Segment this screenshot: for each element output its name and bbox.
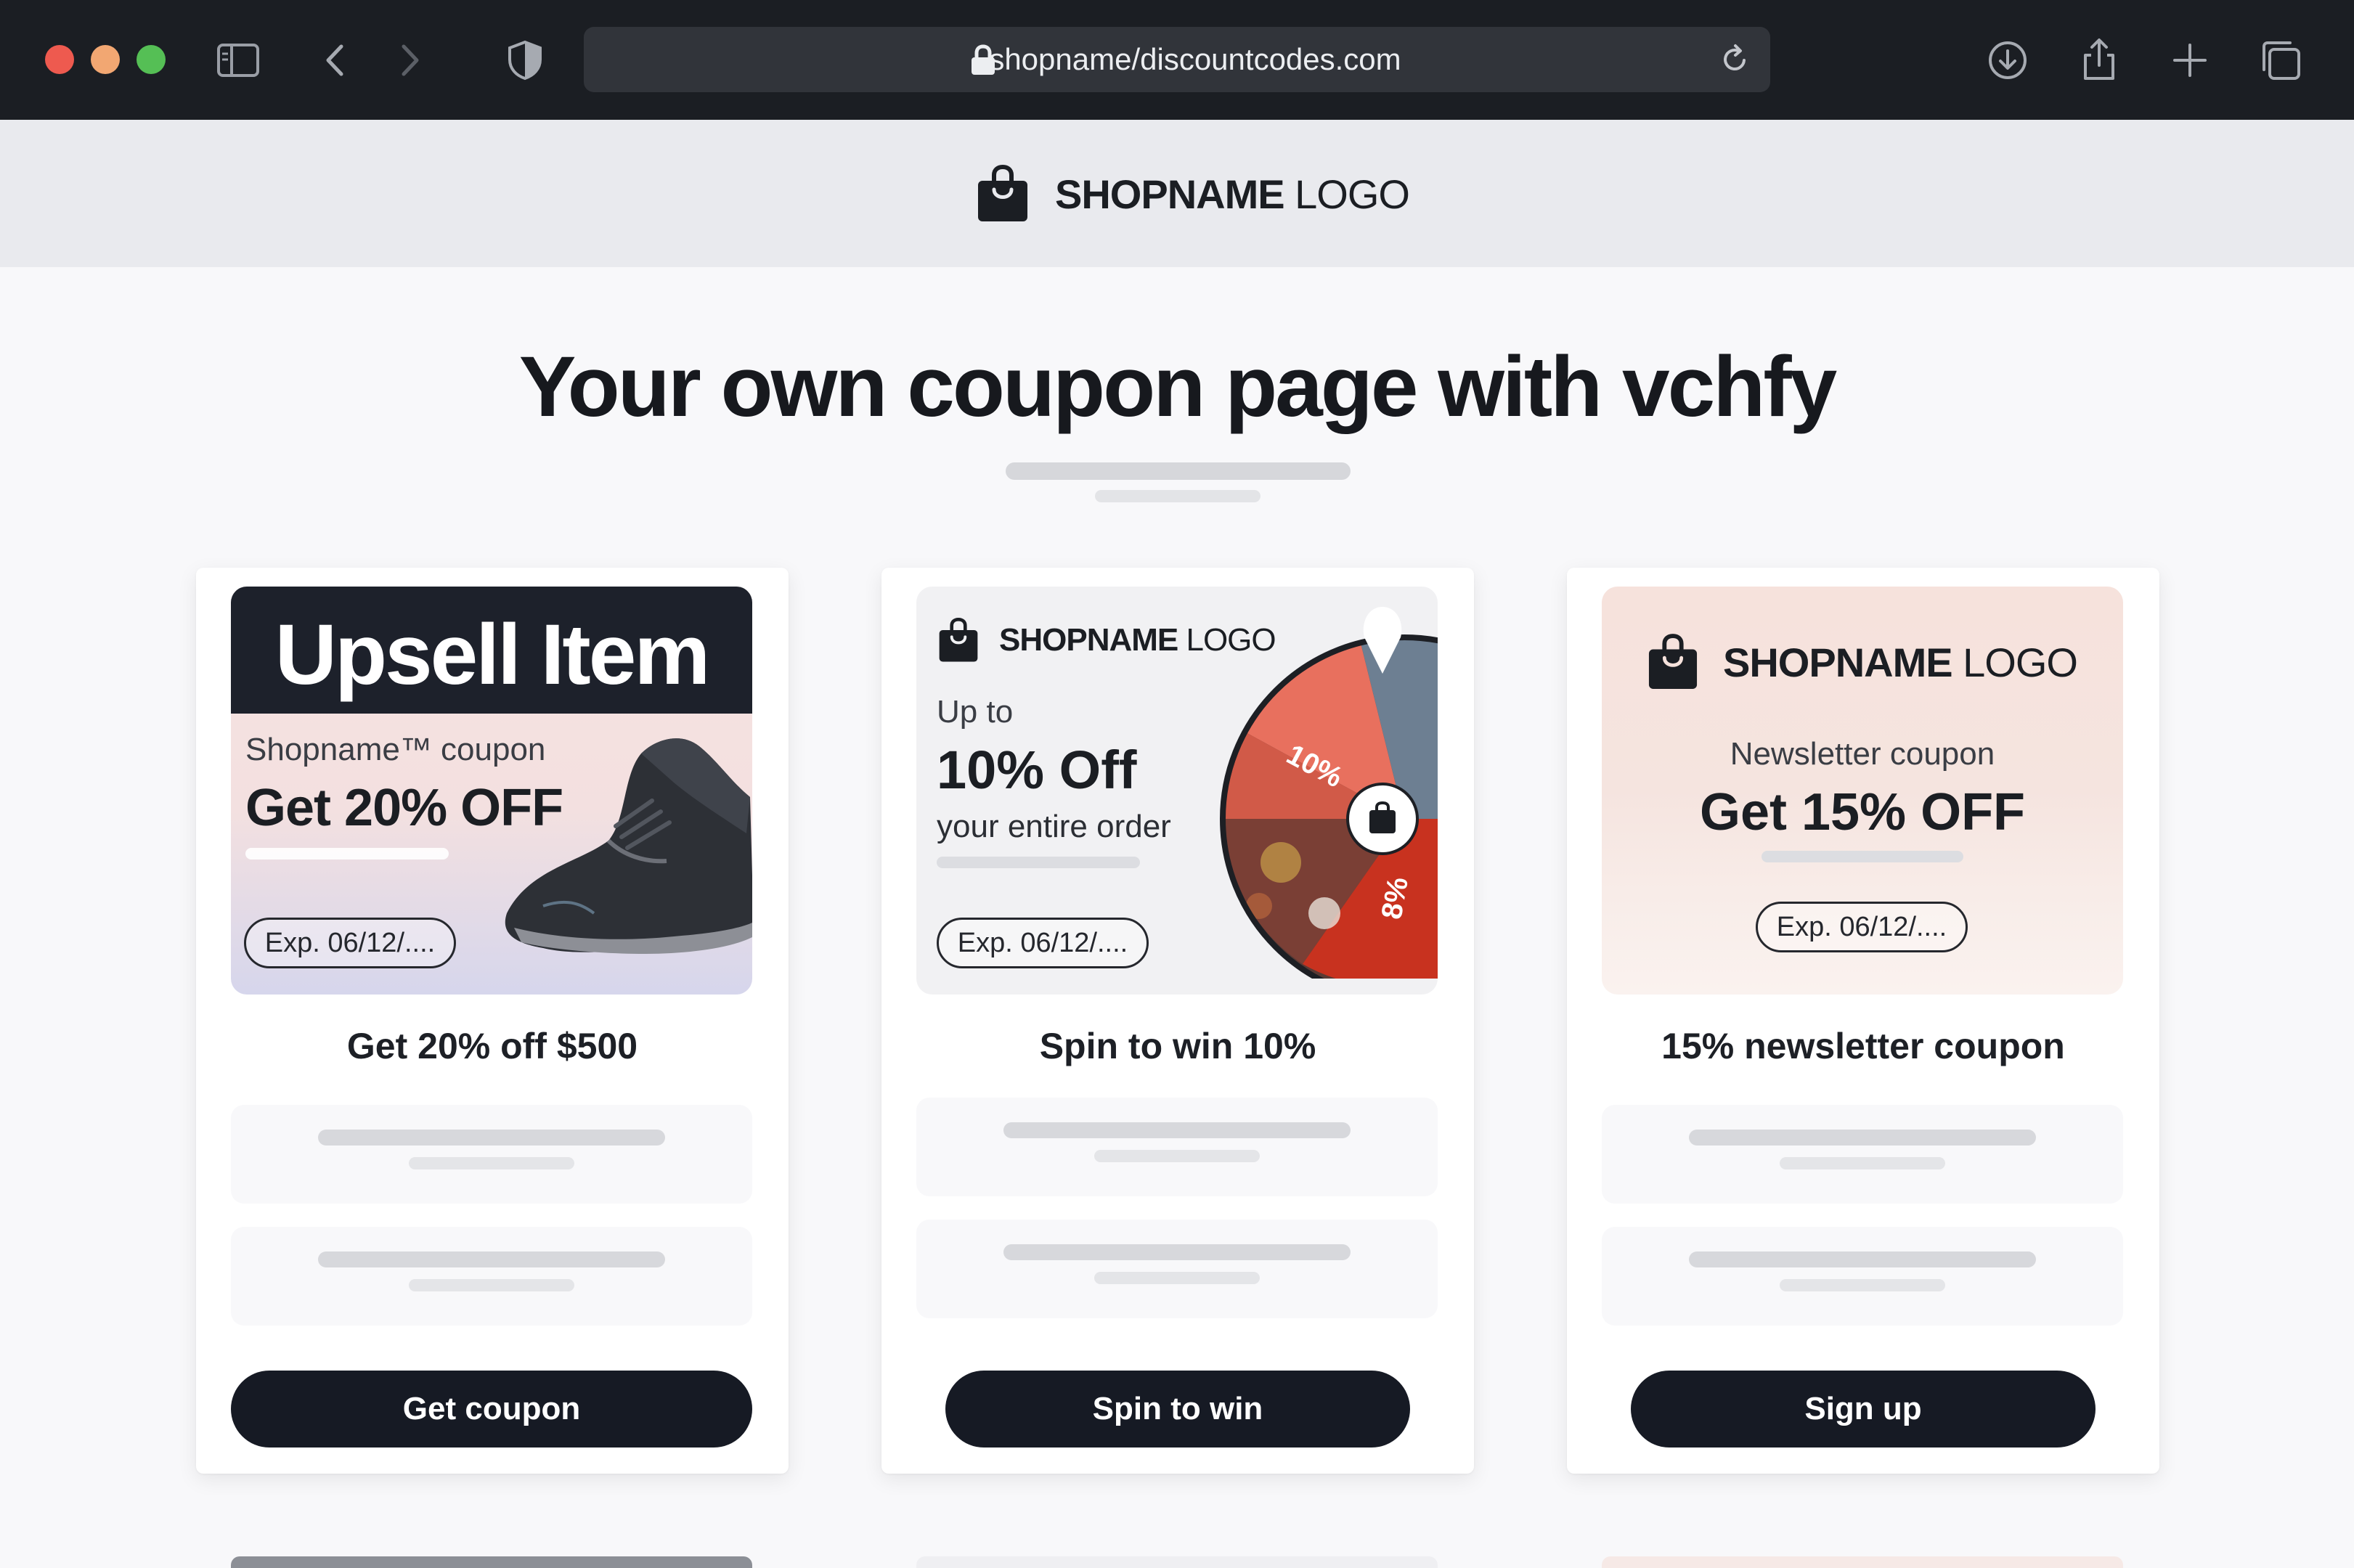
shop-logo[interactable]: SHOPNAME LOGO (977, 165, 1410, 223)
shopping-bag-icon (978, 165, 1027, 221)
banner-title: Upsell Item (274, 607, 711, 703)
placeholder-block (231, 1227, 752, 1326)
coupon-card-newsletter: SHOPNAME LOGO Newsletter coupon Get 15% … (1567, 568, 2159, 1474)
get-coupon-button[interactable]: Get coupon (231, 1371, 752, 1447)
placeholder-block (1602, 1105, 2123, 1204)
placeholder-block (231, 1105, 752, 1204)
next-card-preview (231, 1556, 752, 1568)
next-card-preview (916, 1556, 1438, 1568)
brand-suffix: LOGO (1963, 639, 2078, 685)
reload-icon[interactable] (1716, 41, 1753, 78)
coupon-subtitle: Newsletter coupon (1730, 736, 1995, 772)
coupon-banner: Upsell Item (231, 587, 752, 714)
coupon-offer: Get 15% OFF (1699, 783, 2026, 841)
coupon-detail: your entire order (937, 809, 1171, 844)
minimize-window-button[interactable] (91, 45, 120, 74)
coupon-upto: Up to (937, 694, 1014, 730)
brand-name: SHOPNAME (1055, 171, 1285, 217)
coupon-card-upsell: Upsell Item Shopname™ coupon Get 20% OFF… (196, 568, 789, 1474)
brand-name: SHOPNAME (1723, 639, 1953, 685)
brand-suffix: LOGO (1295, 171, 1410, 217)
placeholder-block (916, 1098, 1438, 1196)
placeholder-block (1602, 1227, 2123, 1326)
spin-to-win-button[interactable]: Spin to win (945, 1371, 1410, 1447)
coupon-offer: 10% Off (937, 740, 1137, 800)
expiry-badge: Exp. 06/12/.... (244, 918, 456, 968)
address-bar[interactable]: shopname/discountcodes.com (584, 27, 1770, 92)
placeholder-block (916, 1220, 1438, 1318)
new-tab-icon[interactable] (2166, 36, 2214, 84)
sidebar-icon[interactable] (214, 36, 262, 84)
expiry-badge: Exp. 06/12/.... (937, 918, 1149, 968)
share-icon[interactable] (2075, 36, 2123, 84)
placeholder-line (1095, 490, 1261, 502)
placeholder-line (1006, 462, 1351, 480)
card-title: Get 20% off $500 (346, 1026, 638, 1066)
expiry-badge: Exp. 06/12/.... (1756, 902, 1968, 952)
placeholder-line (937, 857, 1140, 868)
sneaker-image (505, 738, 752, 954)
coupon-card-spin: SHOPNAME LOGO Up to 10% Off your entire … (881, 568, 1474, 1474)
card-title: Spin to win 10% (1039, 1026, 1316, 1066)
card-title: 15% newsletter coupon (1661, 1026, 2065, 1066)
maximize-window-button[interactable] (137, 45, 166, 74)
close-window-button[interactable] (45, 45, 74, 74)
shopping-bag-icon (939, 618, 978, 662)
placeholder-line (245, 848, 449, 859)
back-icon[interactable] (312, 36, 360, 84)
coupon-preview[interactable]: SHOPNAME LOGO Up to 10% Off your entire … (916, 587, 1438, 995)
coupon-preview[interactable]: SHOPNAME LOGO Newsletter coupon Get 15% … (1602, 587, 2123, 995)
site-header: SHOPNAME LOGO (0, 120, 2354, 267)
download-icon[interactable] (1984, 36, 2032, 84)
shop-logo: SHOPNAME LOGO (1602, 632, 2123, 693)
url-text: shopname/discountcodes.com (989, 42, 1401, 76)
shopping-bag-icon (1648, 634, 1698, 689)
tabs-overview-icon[interactable] (2257, 36, 2305, 84)
page-title: Your own coupon page with vchfy (518, 339, 1838, 435)
placeholder-line (1762, 851, 1963, 862)
brand-name: SHOPNAME (999, 622, 1178, 658)
prize-wheel: 10% 8% (1220, 607, 1438, 979)
coupon-preview[interactable]: Upsell Item Shopname™ coupon Get 20% OFF… (231, 587, 752, 995)
shield-icon[interactable] (501, 36, 549, 84)
next-card-preview (1602, 1556, 2123, 1568)
browser-toolbar: shopname/discountcodes.com (0, 0, 2354, 120)
forward-icon[interactable] (385, 36, 433, 84)
sign-up-button[interactable]: Sign up (1631, 1371, 2096, 1447)
